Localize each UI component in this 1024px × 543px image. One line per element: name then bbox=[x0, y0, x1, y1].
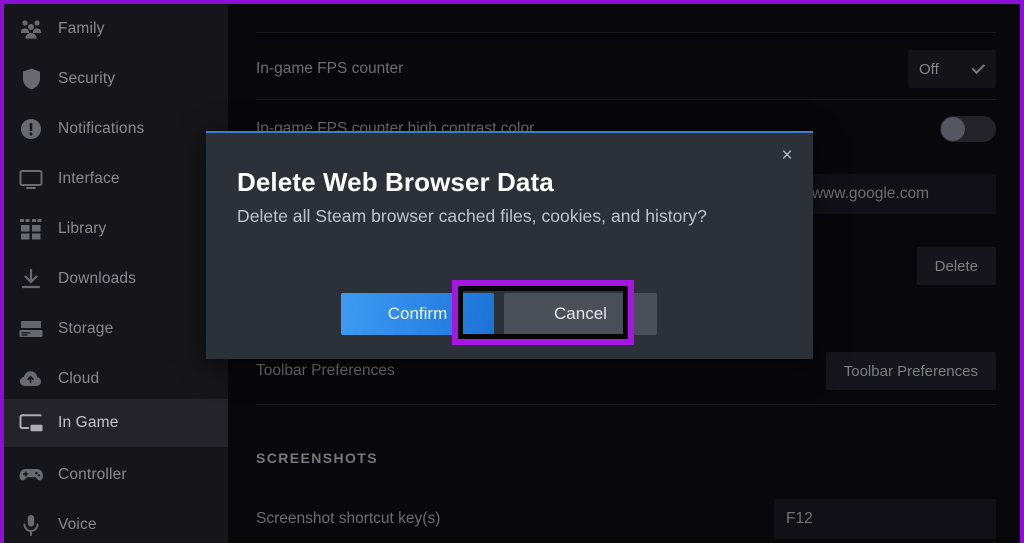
sidebar-item-controller[interactable]: Controller bbox=[4, 450, 228, 500]
section-header-screenshots: SCREENSHOTS bbox=[256, 450, 378, 466]
delete-browser-data-dialog: × Delete Web Browser Data Delete all Ste… bbox=[206, 131, 813, 359]
toggle-knob bbox=[941, 117, 965, 141]
sidebar-item-storage[interactable]: Storage bbox=[4, 304, 228, 354]
delete-button[interactable]: Delete bbox=[916, 247, 996, 285]
microphone-icon bbox=[14, 512, 48, 538]
download-icon bbox=[14, 266, 48, 292]
grid-icon bbox=[14, 216, 48, 242]
row-divider bbox=[256, 32, 996, 33]
sidebar-label-voice: Voice bbox=[58, 516, 97, 533]
sidebar-item-notifications[interactable]: Notifications bbox=[4, 104, 228, 154]
sidebar-item-interface[interactable]: Interface bbox=[4, 154, 228, 204]
setting-label-fps-counter: In-game FPS counter bbox=[256, 60, 404, 77]
sidebar-label-notifications: Notifications bbox=[58, 120, 145, 137]
cloud-icon bbox=[14, 366, 48, 392]
steam-settings-window: In-game FPS counter Off In-game FPS coun… bbox=[0, 0, 1024, 543]
toolbar-preferences-button[interactable]: Toolbar Preferences bbox=[825, 352, 996, 390]
capture-border-right bbox=[1020, 0, 1024, 543]
notification-icon bbox=[14, 116, 48, 142]
sidebar-label-family: Family bbox=[58, 20, 105, 37]
sidebar-label-controller: Controller bbox=[58, 466, 127, 483]
family-icon bbox=[14, 16, 48, 42]
fps-high-contrast-toggle[interactable] bbox=[940, 116, 996, 142]
in-game-icon bbox=[14, 410, 48, 436]
sidebar-label-library: Library bbox=[58, 220, 107, 237]
sidebar-item-security[interactable]: Security bbox=[4, 54, 228, 104]
chevron-down-icon bbox=[971, 60, 986, 74]
setting-label-screenshot-shortcut: Screenshot shortcut key(s) bbox=[256, 510, 441, 527]
dialog-message: Delete all Steam browser cached files, c… bbox=[237, 206, 707, 226]
dialog-actions: Confirm Cancel bbox=[206, 293, 813, 335]
sidebar-label-security: Security bbox=[58, 70, 116, 87]
setting-label-toolbar-preferences: Toolbar Preferences bbox=[256, 362, 395, 379]
sidebar-item-cloud[interactable]: Cloud bbox=[4, 354, 228, 404]
sidebar-label-storage: Storage bbox=[58, 320, 114, 337]
sidebar-item-in-game[interactable]: In Game bbox=[4, 399, 228, 447]
sidebar-label-downloads: Downloads bbox=[58, 270, 137, 287]
setting-row-screenshot-shortcut: Screenshot shortcut key(s) F12 bbox=[228, 498, 1020, 540]
fps-counter-value: Off bbox=[919, 60, 939, 78]
drive-icon bbox=[14, 316, 48, 342]
gamepad-icon bbox=[14, 462, 48, 488]
monitor-icon bbox=[14, 166, 48, 192]
fps-counter-dropdown[interactable]: Off bbox=[908, 50, 996, 88]
row-divider bbox=[256, 99, 996, 100]
setting-row-fps-counter: In-game FPS counter Off bbox=[228, 48, 1020, 90]
sidebar-item-downloads[interactable]: Downloads bbox=[4, 254, 228, 304]
settings-sidebar: Family Security Notifications Interface … bbox=[4, 4, 228, 543]
close-icon[interactable]: × bbox=[769, 137, 805, 173]
sidebar-label-cloud: Cloud bbox=[58, 370, 100, 387]
sidebar-label-in-game: In Game bbox=[58, 414, 119, 431]
confirm-button[interactable]: Confirm bbox=[341, 293, 494, 335]
screenshot-shortcut-input[interactable]: F12 bbox=[774, 499, 996, 539]
sidebar-item-family[interactable]: Family bbox=[4, 4, 228, 54]
row-divider bbox=[256, 404, 996, 405]
sidebar-item-voice[interactable]: Voice bbox=[4, 500, 228, 543]
cancel-button[interactable]: Cancel bbox=[504, 293, 657, 335]
sidebar-label-interface: Interface bbox=[58, 170, 120, 187]
shield-icon bbox=[14, 66, 48, 92]
sidebar-item-library[interactable]: Library bbox=[4, 204, 228, 254]
dialog-title: Delete Web Browser Data bbox=[237, 167, 554, 197]
